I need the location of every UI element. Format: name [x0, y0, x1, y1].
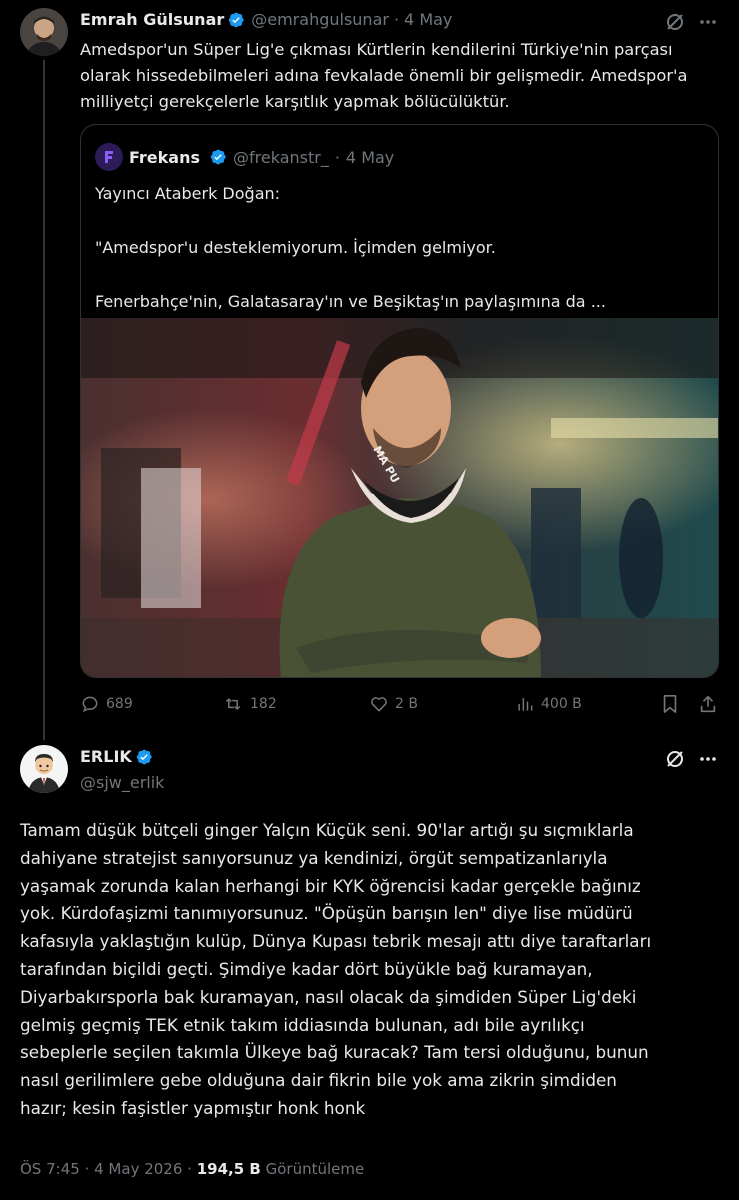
grok-icon[interactable] — [663, 10, 687, 34]
like-count: 2 B — [395, 696, 418, 712]
tweet1-date[interactable]: 4 May — [404, 10, 452, 29]
quote-separator: · — [334, 147, 340, 167]
tweet2-handle[interactable]: @sjw_erlik — [80, 773, 164, 792]
verified-icon — [227, 11, 245, 29]
tweet2-header: ERLIK — [80, 747, 153, 766]
verified-icon — [209, 148, 227, 166]
more-icon[interactable] — [696, 10, 720, 34]
quote-photo[interactable]: MA PU — [81, 318, 718, 677]
more-icon[interactable] — [696, 747, 720, 771]
grok-icon[interactable] — [663, 747, 687, 771]
tweet2-text: Tamam düşük bütçeli ginger Yalçın Küçük … — [20, 820, 652, 1118]
tweet2-views-label: Görüntüleme — [265, 1160, 365, 1178]
frekans-logo[interactable] — [95, 143, 123, 171]
thread-connector-line — [43, 60, 45, 740]
views-icon — [518, 698, 533, 711]
repost-button[interactable]: 182 — [222, 694, 277, 714]
verified-icon — [135, 748, 153, 766]
tweet1-text: Amedspor'un Süper Lig'e çıkması Kürtleri… — [80, 40, 688, 111]
bookmark-icon[interactable] — [658, 692, 682, 716]
tweet2-views-count: 194,5 B — [196, 1160, 261, 1178]
tweet2-date[interactable]: 4 May 2026 — [94, 1160, 182, 1178]
quote-header: Frekans @frekanstr_ · 4 May — [95, 143, 394, 171]
tweet2-footer: ÖS 7:45 · 4 May 2026 · 194,5 B Görüntüle… — [20, 1160, 364, 1178]
repost-count: 182 — [250, 696, 277, 712]
like-icon — [371, 697, 387, 712]
tweet1-separator: · — [393, 10, 400, 29]
tweet1-handle[interactable]: @emrahgulsunar — [251, 10, 389, 29]
quote-handle[interactable]: @frekanstr_ — [233, 148, 329, 167]
tweet2-author-name[interactable]: ERLIK — [80, 747, 132, 766]
quote-text-line2: "Amedspor'u desteklemiyorum. İçimden gel… — [95, 238, 496, 257]
tweet2-time[interactable]: ÖS 7:45 — [20, 1160, 80, 1178]
emrah-avatar[interactable] — [20, 8, 68, 56]
quote-date[interactable]: 4 May — [346, 148, 394, 167]
like-button[interactable]: 2 B — [369, 694, 418, 714]
footer-separator-2: · — [187, 1160, 192, 1178]
quote-text-line3: Fenerbahçe'nin, Galatasaray'ın ve Beşikt… — [95, 292, 606, 311]
reply-icon — [82, 696, 98, 713]
quoted-tweet-card[interactable]: Frekans @frekanstr_ · 4 May Yayıncı Atab… — [80, 124, 719, 678]
reply-count: 689 — [106, 696, 133, 712]
footer-separator: · — [84, 1160, 90, 1178]
tweet1-author-name[interactable]: Emrah Gülsunar — [80, 10, 224, 29]
repost-icon — [225, 698, 241, 710]
views-button[interactable]: 400 B — [515, 694, 582, 714]
tweet1-header: Emrah Gülsunar @emrahgulsunar · 4 May — [80, 10, 452, 29]
erlik-avatar[interactable] — [20, 745, 68, 793]
share-icon[interactable] — [696, 692, 720, 716]
quote-text-line1: Yayıncı Ataberk Doğan: — [95, 184, 281, 203]
quote-author-name[interactable]: Frekans — [129, 148, 200, 167]
reply-button[interactable]: 689 — [80, 694, 133, 714]
views-count: 400 B — [541, 696, 582, 712]
